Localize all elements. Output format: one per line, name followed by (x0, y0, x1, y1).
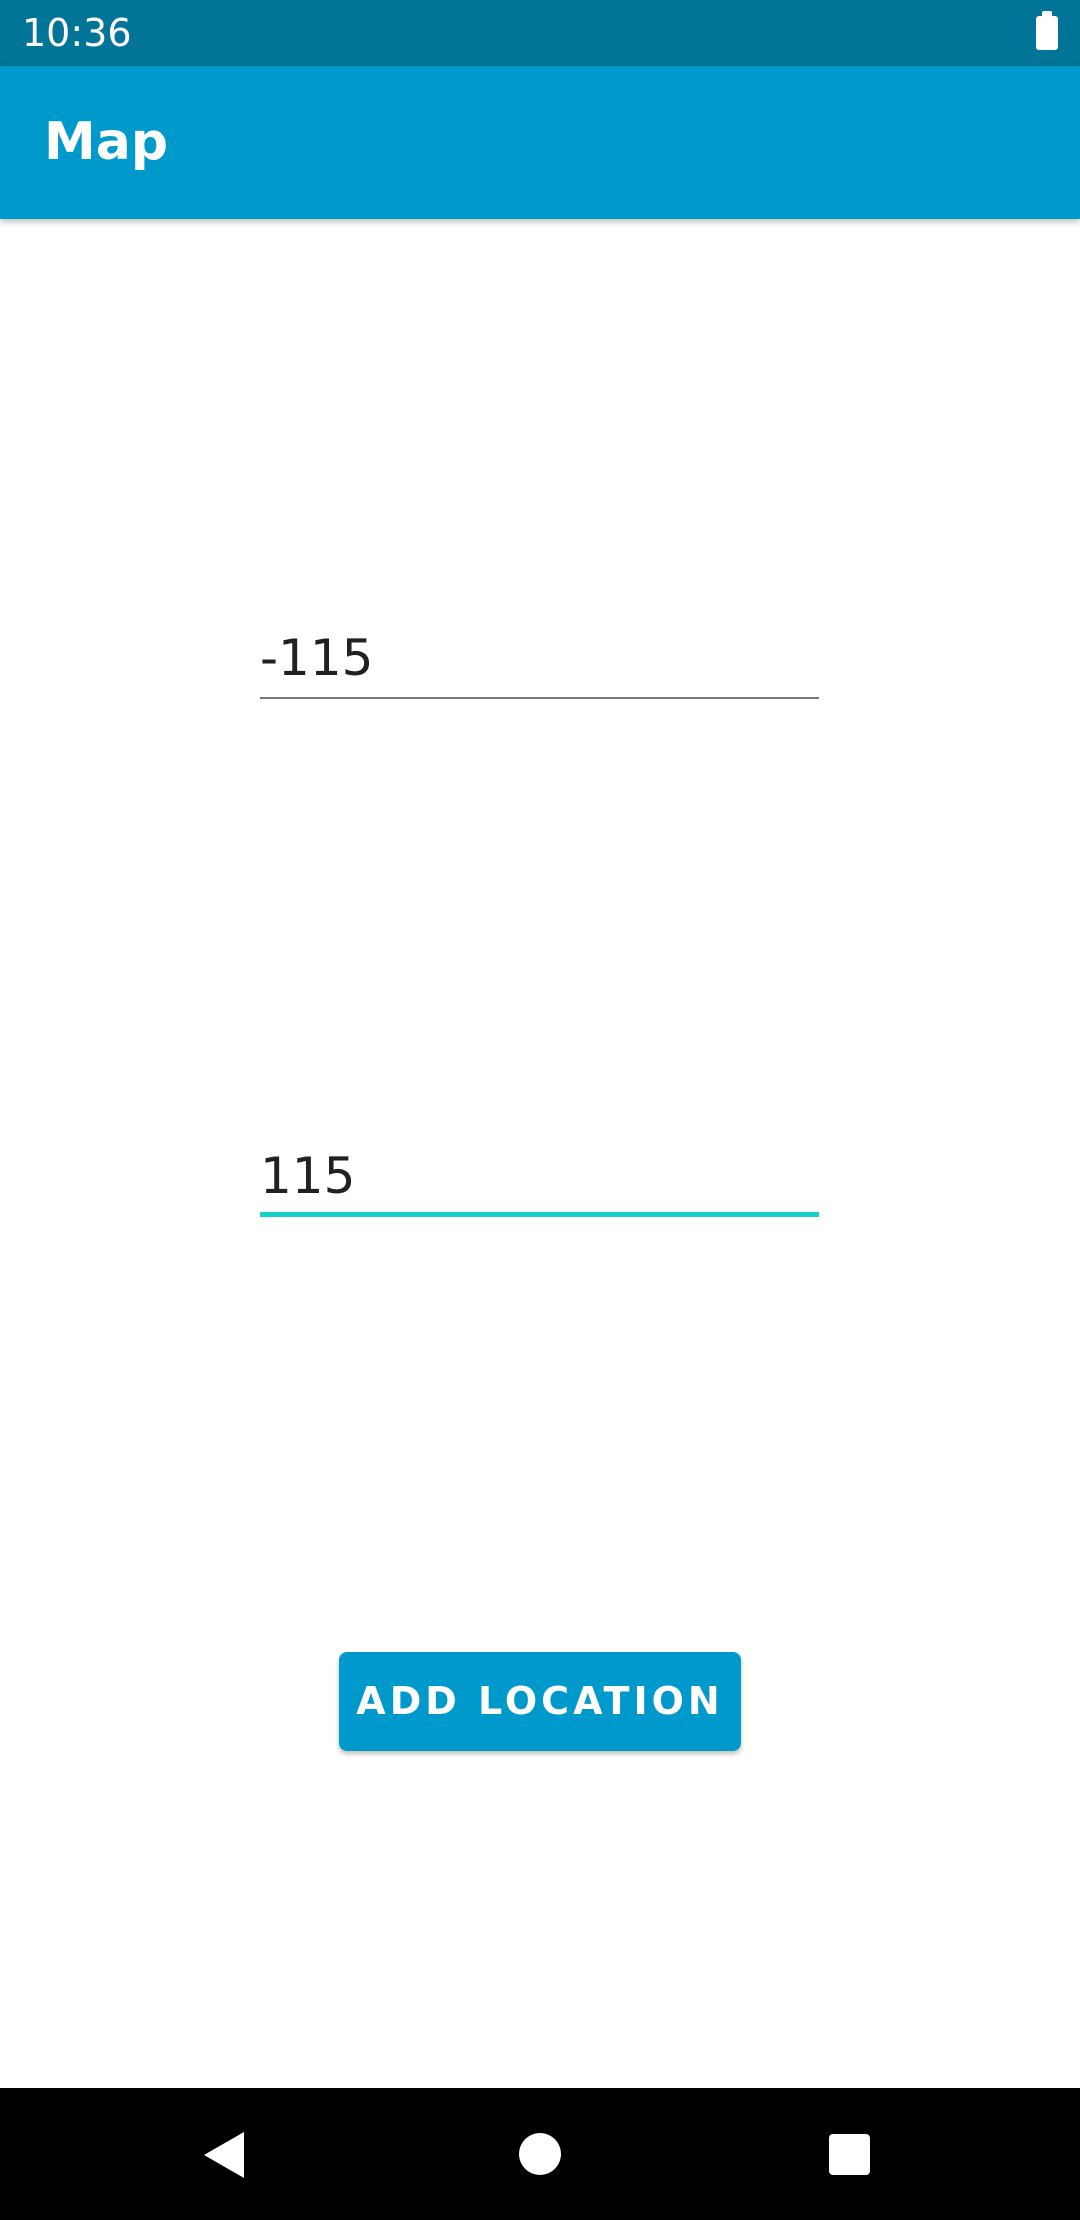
recents-icon[interactable] (829, 2134, 870, 2175)
home-icon[interactable] (519, 2133, 561, 2175)
latitude-value[interactable]: 115 (260, 1147, 355, 1205)
main-content: -115 115 ADD LOCATION (0, 219, 1080, 2088)
latitude-field[interactable]: 115 (260, 1127, 819, 1217)
status-bar: 10:36 (0, 0, 1080, 66)
navigation-bar (0, 2088, 1080, 2220)
latitude-underline (260, 1212, 819, 1217)
status-time: 10:36 (22, 11, 132, 55)
battery-icon (1036, 11, 1058, 50)
longitude-field[interactable]: -115 (260, 609, 819, 699)
app-bar: Map (0, 66, 1080, 219)
longitude-value[interactable]: -115 (260, 629, 373, 687)
page-title: Map (44, 112, 169, 172)
longitude-underline (260, 697, 819, 699)
add-location-button[interactable]: ADD LOCATION (339, 1652, 741, 1751)
back-icon[interactable] (204, 2132, 244, 2178)
